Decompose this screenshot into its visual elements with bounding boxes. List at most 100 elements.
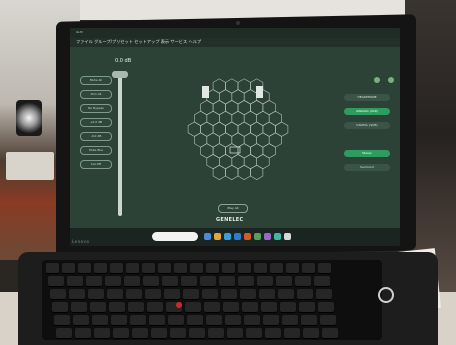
play-all-button[interactable]: Play All: [218, 204, 248, 213]
keyboard-key[interactable]: [219, 276, 235, 287]
taskbar-app-icon[interactable]: [274, 233, 281, 240]
keyboard-key[interactable]: [50, 289, 66, 300]
hex-cell[interactable]: [268, 110, 282, 126]
hex-cell[interactable]: [212, 78, 226, 94]
keyboard-key[interactable]: [259, 289, 275, 300]
keyboard-key[interactable]: [227, 328, 243, 339]
keyboard-key[interactable]: [190, 263, 203, 274]
keyboard-key[interactable]: [69, 289, 85, 300]
keyboard-key[interactable]: [78, 263, 91, 274]
hex-cell[interactable]: [225, 100, 239, 116]
keyboard-key[interactable]: [158, 263, 171, 274]
keyboard-key[interactable]: [56, 328, 72, 339]
hex-cell[interactable]: [250, 100, 264, 116]
hex-cell[interactable]: [250, 164, 264, 180]
menu-items[interactable]: ファイル グループ/プリセット セットアップ 表示 サービス ヘルプ: [76, 39, 201, 45]
keyboard-key[interactable]: [149, 315, 165, 326]
keyboard-key[interactable]: [246, 328, 262, 339]
keyboard-key[interactable]: [132, 328, 148, 339]
keyboard-key[interactable]: [90, 302, 106, 313]
hex-cell[interactable]: [225, 143, 239, 159]
hex-cell[interactable]: [218, 154, 233, 170]
keyboard-key[interactable]: [181, 276, 197, 287]
hex-cell[interactable]: [225, 121, 239, 137]
hex-cell[interactable]: [256, 110, 270, 126]
keyboard-key[interactable]: [280, 302, 296, 313]
volume-slider-track[interactable]: [118, 76, 122, 216]
keyboard-key[interactable]: [73, 315, 89, 326]
keyboard-key[interactable]: [126, 263, 139, 274]
status-icon[interactable]: [373, 77, 380, 83]
keyboard-key[interactable]: [48, 276, 64, 287]
keyboard-key[interactable]: [147, 302, 163, 313]
trackpoint[interactable]: [176, 302, 182, 308]
hex-cell[interactable]: [212, 100, 226, 116]
settings-icon[interactable]: [388, 77, 394, 83]
keyboard-key[interactable]: [200, 276, 216, 287]
keyboard-key[interactable]: [110, 263, 123, 274]
keyboard-key[interactable]: [276, 276, 292, 287]
hex-cell[interactable]: [231, 132, 245, 148]
hex-cell[interactable]: [194, 132, 208, 148]
keyboard-key[interactable]: [295, 276, 311, 287]
keyboard-key[interactable]: [318, 302, 334, 313]
level-up-button[interactable]: +0.0 dB: [80, 118, 112, 127]
keyboard-key[interactable]: [206, 315, 222, 326]
hex-cell[interactable]: [262, 121, 276, 137]
hex-cell[interactable]: [237, 121, 251, 137]
mute-all-button[interactable]: Mute All: [80, 76, 112, 85]
keyboard-key[interactable]: [278, 289, 294, 300]
keyboard-key[interactable]: [244, 315, 260, 326]
keyboard-key[interactable]: [238, 263, 251, 274]
dim-all-button[interactable]: Dim All: [80, 90, 112, 99]
hex-cell[interactable]: [200, 143, 214, 159]
hex-cell[interactable]: [243, 89, 257, 105]
keyboard-key[interactable]: [263, 315, 279, 326]
hex-cell[interactable]: [275, 121, 289, 137]
taskbar-app-icon[interactable]: [264, 233, 271, 240]
taskbar-app-icon[interactable]: [254, 233, 261, 240]
hex-cell[interactable]: [268, 132, 282, 148]
hex-cell[interactable]: [212, 143, 226, 159]
taskbar-app-icon[interactable]: [244, 233, 251, 240]
hex-cell[interactable]: [250, 143, 264, 159]
keyboard-key[interactable]: [142, 263, 155, 274]
keyboard-key[interactable]: [299, 302, 315, 313]
keyboard-key[interactable]: [302, 263, 315, 274]
keyboard-key[interactable]: [265, 328, 281, 339]
keyboard-key[interactable]: [174, 263, 187, 274]
speaker-layout-grid[interactable]: [178, 74, 298, 206]
keyboard-key[interactable]: [67, 276, 83, 287]
keyboard-key[interactable]: [238, 276, 254, 287]
keyboard-key[interactable]: [286, 263, 299, 274]
analog-input-button[interactable]: ANALOG (XLR): [344, 108, 390, 115]
hex-cell[interactable]: [187, 121, 201, 137]
taskbar-app-icon[interactable]: [224, 233, 231, 240]
keyboard-key[interactable]: [94, 263, 107, 274]
keyboard-key[interactable]: [240, 289, 256, 300]
keyboard-key[interactable]: [270, 263, 283, 274]
hex-cell[interactable]: [231, 154, 245, 170]
keyboard-key[interactable]: [170, 328, 186, 339]
keyboard-key[interactable]: [314, 276, 330, 287]
keyboard-key[interactable]: [111, 315, 127, 326]
keyboard-key[interactable]: [202, 289, 218, 300]
keyboard-key[interactable]: [94, 328, 110, 339]
hex-cell[interactable]: [225, 78, 239, 94]
bypass-button[interactable]: No Bypass: [80, 104, 112, 113]
taskbar-app-icon[interactable]: [214, 233, 221, 240]
hex-cell[interactable]: [237, 78, 251, 94]
hex-cell[interactable]: [206, 132, 220, 148]
hex-cell[interactable]: [250, 121, 264, 137]
keyboard-key[interactable]: [183, 289, 199, 300]
keyboard-key[interactable]: [282, 315, 298, 326]
speaker-icon[interactable]: [202, 86, 263, 98]
hex-cell[interactable]: [212, 121, 226, 137]
hex-cell[interactable]: [212, 164, 226, 180]
keyboard-key[interactable]: [223, 302, 239, 313]
keyboard-key[interactable]: [92, 315, 108, 326]
hex-cell[interactable]: [237, 164, 251, 180]
hex-cell[interactable]: [206, 154, 220, 170]
keyboard-key[interactable]: [168, 315, 184, 326]
keyboard-key[interactable]: [151, 328, 167, 339]
